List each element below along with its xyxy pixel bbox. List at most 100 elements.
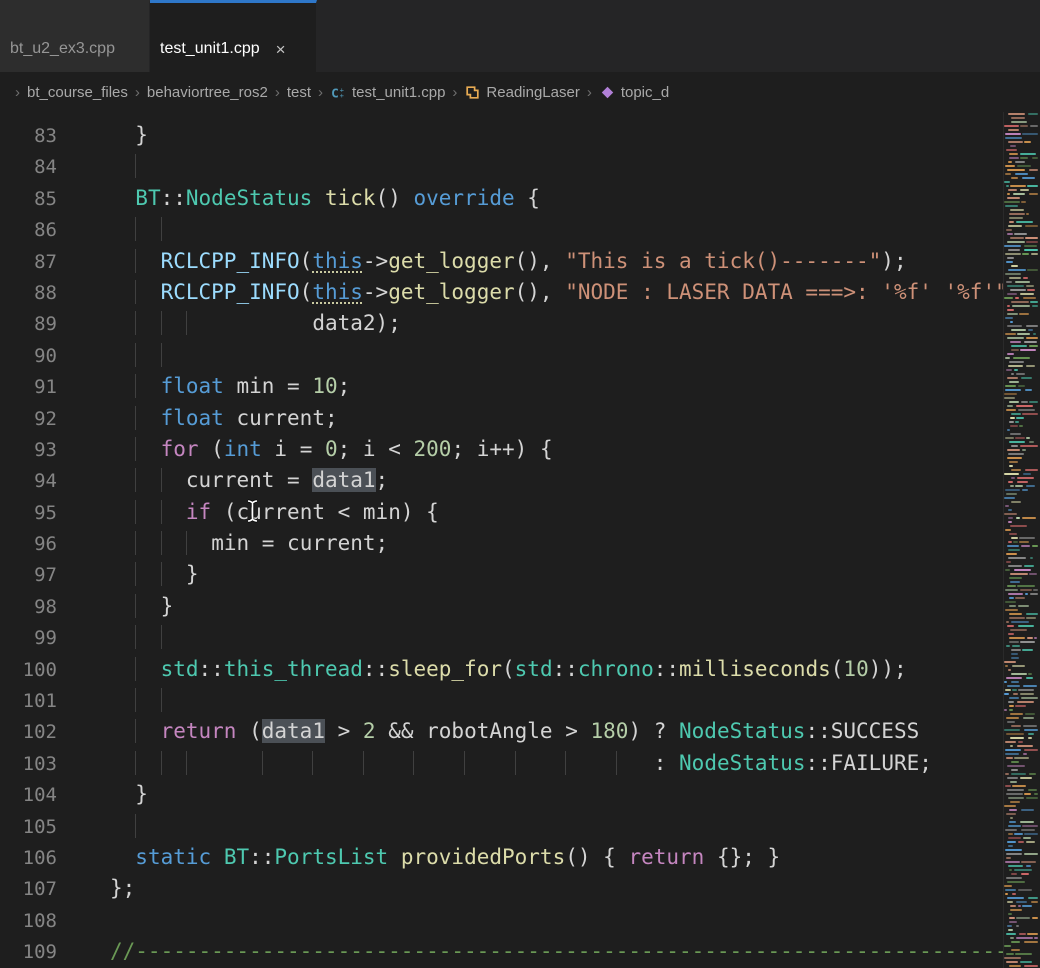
code-line[interactable]: 95 if (current < min) { [0, 497, 1004, 528]
code-line[interactable]: 102 return (data1 > 2 && robotAngle > 18… [0, 716, 1004, 747]
line-number: 99 [0, 623, 110, 654]
chevron-right-icon: › [318, 84, 323, 101]
line-number: 98 [0, 592, 110, 623]
tab-test_unit1.cpp[interactable]: test_unit1.cpp × [150, 0, 317, 72]
vscode-window: bt_u2_ex3.cpp test_unit1.cpp × › bt_course_… [0, 0, 1040, 968]
code-token [211, 845, 224, 869]
line-number: 91 [0, 372, 110, 403]
code-token: NodeStatus [679, 719, 805, 743]
code-token: )); [869, 657, 907, 681]
code-line[interactable]: 93 for (int i = 0; i < 200; i++) { [0, 434, 1004, 465]
code-line[interactable]: 105 [0, 811, 1004, 842]
breadcrumb-item-test[interactable]: test [287, 84, 311, 101]
code-token [110, 625, 135, 649]
code-token: get_logger [388, 249, 514, 273]
line-number: 85 [0, 184, 110, 215]
line-number: 96 [0, 529, 110, 560]
code-text: float current; [110, 406, 338, 430]
code-line[interactable]: 90 [0, 340, 1004, 371]
code-line[interactable]: 108 [0, 905, 1004, 936]
code-token [161, 343, 174, 367]
code-line[interactable]: 101 [0, 685, 1004, 716]
tab-label: test_unit1.cpp [160, 40, 260, 58]
code-token: -> [363, 280, 388, 304]
code-line[interactable]: 87 RCLCPP_INFO(this->get_logger(), "This… [0, 246, 1004, 277]
code-token: 180 [591, 719, 629, 743]
code-text [110, 343, 173, 367]
code-line[interactable]: 86 [0, 214, 1004, 245]
code-token: ); [881, 249, 906, 273]
code-token [110, 594, 135, 618]
code-token: :: [161, 186, 186, 210]
code-line[interactable]: 94 current = data1; [0, 465, 1004, 496]
code-token: data1 [262, 719, 325, 743]
code-token: :: [249, 845, 274, 869]
code-text: if (current < min) { [110, 500, 439, 524]
code-line[interactable]: 103 : NodeStatus::FAILURE; [0, 748, 1004, 779]
code-token: 10 [843, 657, 868, 681]
line-number: 108 [0, 906, 110, 937]
tab-bt_u2_ex3.cpp[interactable]: bt_u2_ex3.cpp [0, 0, 150, 72]
code-line[interactable]: 100 std::this_thread::sleep_for(std::chr… [0, 654, 1004, 685]
code-token [186, 531, 211, 555]
code-editor[interactable]: 83 }84 85 BT::NodeStatus tick() override… [0, 112, 1004, 968]
code-token: "NODE : LASER DATA ===>: '%f' '%f'" [565, 280, 1004, 304]
code-text: }; [110, 876, 135, 900]
code-line[interactable]: 85 BT::NodeStatus tick() override { [0, 183, 1004, 214]
code-line[interactable]: 104 } [0, 779, 1004, 810]
code-token: NodeStatus [186, 186, 312, 210]
code-text: min = current; [110, 531, 388, 555]
breadcrumb-item-bt_course_files[interactable]: bt_course_files [27, 84, 128, 101]
code-token: float [161, 374, 224, 398]
code-token [110, 814, 135, 838]
code-token: NodeStatus [679, 751, 805, 775]
tab-bar: bt_u2_ex3.cpp test_unit1.cpp × [0, 0, 1040, 72]
code-token [186, 751, 262, 775]
code-token [262, 751, 313, 775]
code-line[interactable]: 107}; [0, 873, 1004, 904]
line-number: 95 [0, 498, 110, 529]
code-line[interactable]: 99 [0, 622, 1004, 653]
minimap[interactable] [1003, 112, 1040, 968]
code-token: ( [831, 657, 844, 681]
code-text: } [110, 562, 199, 586]
code-token [135, 562, 160, 586]
code-token: && robotAngle > [376, 719, 591, 743]
code-token [110, 249, 135, 273]
code-token: override [414, 186, 515, 210]
code-token: ( [300, 249, 313, 273]
breadcrumb-item-ReadingLaser[interactable]: ReadingLaser [464, 84, 579, 101]
code-text: return (data1 > 2 && robotAngle > 180) ?… [110, 719, 919, 743]
breadcrumb-item-behaviortree_ros2[interactable]: behaviortree_ros2 [147, 84, 268, 101]
code-token: this [312, 249, 363, 273]
code-token: current = [186, 468, 312, 492]
code-token: {}; } [704, 845, 780, 869]
code-line[interactable]: 91 float min = 10; [0, 371, 1004, 402]
code-line[interactable]: 96 min = current; [0, 528, 1004, 559]
code-token: ) ? [628, 719, 679, 743]
close-icon[interactable]: × [276, 41, 286, 58]
code-line[interactable]: 89 data2); [0, 308, 1004, 339]
code-token [135, 280, 160, 304]
breadcrumb-item-test_unit1.cpp[interactable]: C++test_unit1.cpp [330, 84, 445, 101]
code-line[interactable]: 84 [0, 151, 1004, 182]
code-token [110, 500, 135, 524]
code-line[interactable]: 83 } [0, 120, 1004, 151]
line-number: 87 [0, 247, 110, 278]
line-number: 102 [0, 717, 110, 748]
code-token [110, 374, 135, 398]
code-token: if [186, 500, 211, 524]
breadcrumb-item-topic_d[interactable]: topic_d [599, 84, 669, 101]
code-line[interactable]: 92 float current; [0, 403, 1004, 434]
code-line[interactable]: 97 } [0, 559, 1004, 590]
code-token [161, 531, 186, 555]
code-line[interactable]: 106 static BT::PortsList providedPorts()… [0, 842, 1004, 873]
code-line[interactable]: 98 } [0, 591, 1004, 622]
code-token: 200 [414, 437, 452, 461]
code-token: () [376, 186, 414, 210]
code-text [110, 814, 148, 838]
code-token [110, 311, 135, 335]
code-text [110, 688, 173, 712]
code-line[interactable]: 109//-----------------------------------… [0, 936, 1004, 967]
code-line[interactable]: 88 RCLCPP_INFO(this->get_logger(), "NODE… [0, 277, 1004, 308]
